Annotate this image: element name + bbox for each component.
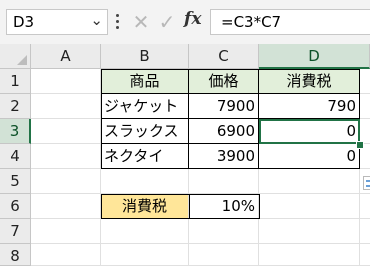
row-header-2[interactable]: 2 bbox=[0, 94, 31, 119]
chevron-down-icon[interactable]: ⌄ bbox=[90, 11, 103, 29]
row-header-5[interactable]: 5 bbox=[0, 169, 31, 194]
worksheet-grid: A B C D 1 2 3 4 5 6 7 8 商品 価格 消費税 ジャケット … bbox=[0, 44, 370, 266]
insert-function-icon[interactable]: fx bbox=[184, 9, 201, 29]
cell-a4[interactable] bbox=[31, 144, 101, 169]
row-header-8[interactable]: 8 bbox=[0, 244, 31, 266]
cell-b8[interactable] bbox=[101, 244, 189, 266]
formula-text: =C3*C7 bbox=[221, 13, 282, 31]
cell-b6[interactable]: 消費税 bbox=[101, 194, 189, 219]
row-header-3[interactable]: 3 bbox=[0, 119, 31, 144]
cell-b4[interactable]: ネクタイ bbox=[101, 144, 189, 169]
more-options-icon[interactable] bbox=[114, 12, 120, 32]
cell-e2[interactable] bbox=[360, 94, 370, 119]
cell-d3[interactable]: 0 bbox=[259, 119, 360, 144]
formula-bar: D3 ⌄ ✕ ✓ fx =C3*C7 bbox=[0, 0, 370, 45]
name-box-value: D3 bbox=[13, 13, 35, 31]
cell-c4[interactable]: 3900 bbox=[189, 144, 259, 169]
cell-c5[interactable] bbox=[189, 169, 259, 194]
fill-handle[interactable] bbox=[356, 141, 364, 149]
cell-a5[interactable] bbox=[31, 169, 101, 194]
row-header-6[interactable]: 6 bbox=[0, 194, 31, 219]
cancel-icon[interactable]: ✕ bbox=[128, 8, 154, 36]
cell-a8[interactable] bbox=[31, 244, 101, 266]
cell-d4[interactable]: 0 bbox=[259, 144, 360, 169]
cell-b5[interactable] bbox=[101, 169, 189, 194]
cell-a3[interactable] bbox=[31, 119, 101, 144]
cell-c1[interactable]: 価格 bbox=[189, 69, 259, 94]
cell-b7[interactable] bbox=[101, 219, 189, 244]
cell-e8[interactable] bbox=[360, 244, 370, 266]
cell-b3[interactable]: スラックス bbox=[101, 119, 189, 144]
cell-c7[interactable] bbox=[189, 219, 259, 244]
cell-d5[interactable] bbox=[259, 169, 360, 194]
cell-b1[interactable]: 商品 bbox=[101, 69, 189, 94]
column-header-c[interactable]: C bbox=[189, 44, 259, 69]
cell-c3[interactable]: 6900 bbox=[189, 119, 259, 144]
cell-c8[interactable] bbox=[189, 244, 259, 266]
enter-icon[interactable]: ✓ bbox=[154, 8, 180, 36]
select-all-corner[interactable] bbox=[0, 44, 31, 69]
column-header-a[interactable]: A bbox=[31, 44, 101, 69]
cell-d8[interactable] bbox=[259, 244, 360, 266]
cell-a7[interactable] bbox=[31, 219, 101, 244]
cell-c2[interactable]: 7900 bbox=[189, 94, 259, 119]
formula-input[interactable]: =C3*C7 bbox=[210, 9, 370, 35]
name-box[interactable]: D3 ⌄ bbox=[6, 9, 108, 35]
cell-c6[interactable]: 10% bbox=[189, 194, 259, 219]
quick-analysis-icon[interactable] bbox=[363, 176, 370, 190]
select-all-triangle-icon bbox=[17, 55, 27, 65]
row-header-4[interactable]: 4 bbox=[0, 144, 31, 169]
cell-e7[interactable] bbox=[360, 219, 370, 244]
cell-d1[interactable]: 消費税 bbox=[259, 69, 360, 94]
cell-e6[interactable] bbox=[360, 194, 370, 219]
cell-a1[interactable] bbox=[31, 69, 101, 94]
cell-e1[interactable] bbox=[360, 69, 370, 94]
cell-d6[interactable] bbox=[259, 194, 360, 219]
cell-a6[interactable] bbox=[31, 194, 101, 219]
cell-b2[interactable]: ジャケット bbox=[101, 94, 189, 119]
cell-d7[interactable] bbox=[259, 219, 360, 244]
row-header-1[interactable]: 1 bbox=[0, 69, 31, 94]
cell-a2[interactable] bbox=[31, 94, 101, 119]
column-header-d[interactable]: D bbox=[259, 44, 370, 69]
row-header-7[interactable]: 7 bbox=[0, 219, 31, 244]
cell-d2[interactable]: 790 bbox=[259, 94, 360, 119]
column-header-b[interactable]: B bbox=[101, 44, 189, 69]
